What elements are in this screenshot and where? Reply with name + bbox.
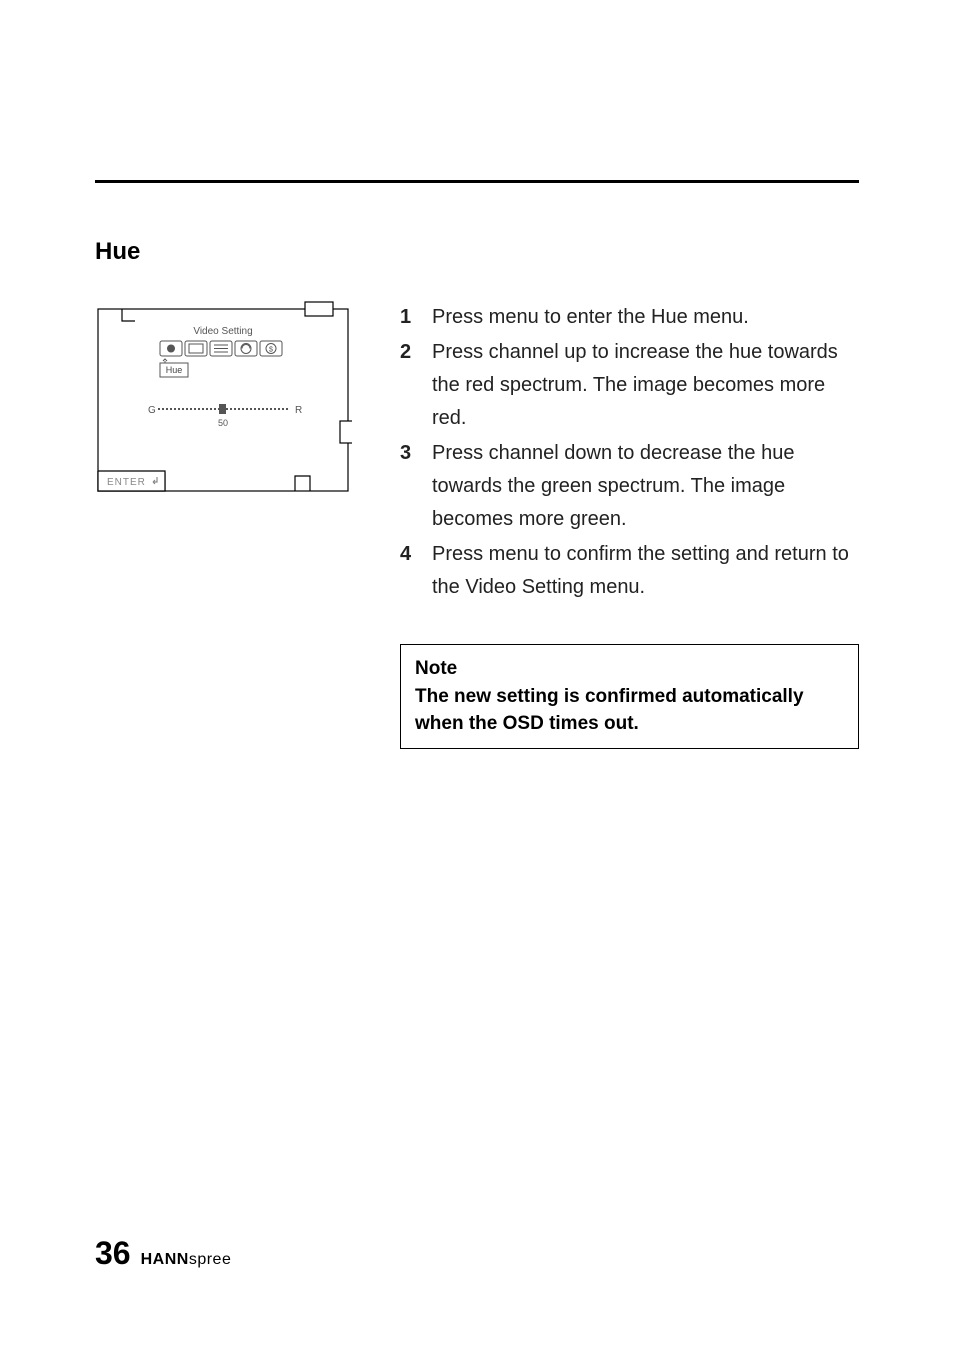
slider-value: 50 (218, 418, 228, 428)
hue-diagram: Video Setting $ (95, 301, 352, 496)
note-body: The new setting is confirmed automatical… (415, 683, 844, 738)
step-item: Press menu to enter the Hue menu. (400, 301, 859, 334)
step-item: Press channel down to decrease the hue t… (400, 437, 859, 536)
step-item: Press channel up to increase the hue tow… (400, 336, 859, 435)
note-heading: Note (415, 655, 844, 683)
slider-left-label: G (148, 405, 156, 416)
page-footer: 36 HANNspree (95, 1235, 231, 1272)
diagram-label: Hue (166, 365, 183, 375)
step-item: Press menu to confirm the setting and re… (400, 538, 859, 604)
section-title: Hue (95, 238, 859, 266)
slider-right-label: R (295, 405, 302, 416)
page-number: 36 (95, 1235, 131, 1272)
instruction-steps: Press menu to enter the Hue menu. Press … (400, 301, 859, 604)
note-box: Note The new setting is confirmed automa… (400, 644, 859, 749)
horizontal-rule (95, 180, 859, 183)
diagram-title: Video Setting (193, 326, 252, 337)
enter-label: ENTER (107, 477, 146, 488)
svg-text:$: $ (269, 347, 273, 354)
brand-logo: HANNspree (141, 1251, 232, 1269)
